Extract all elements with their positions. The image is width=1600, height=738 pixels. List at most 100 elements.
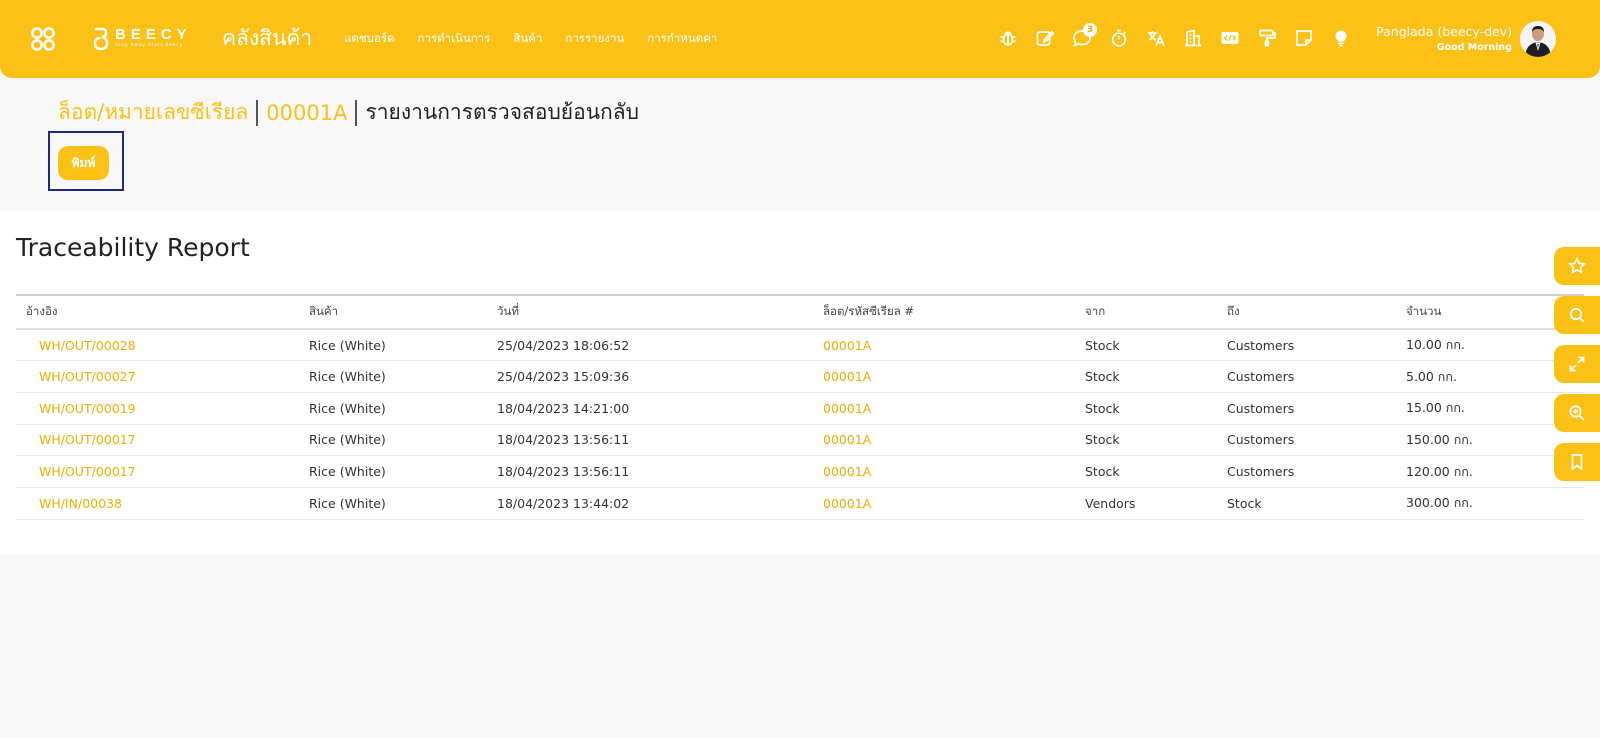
page-title: รายงานการตรวจสอบย้อนกลับ	[365, 100, 639, 124]
column-header-date[interactable]: วันที่	[497, 295, 823, 329]
brand-tagline: Step Away Start Beecy	[115, 43, 184, 48]
from-cell: Stock	[1085, 464, 1120, 480]
beecy-logo-icon	[93, 27, 109, 51]
app-title[interactable]: คลังสินค้า	[222, 22, 312, 55]
bookmark-button[interactable]	[1554, 443, 1600, 481]
breadcrumb: ล็อต/หมายเลขซีเรียล 00001A รายงานการตรวจ…	[58, 96, 639, 129]
date-cell: 18/04/2023 13:44:02	[497, 495, 630, 511]
stopwatch-icon[interactable]	[1109, 28, 1131, 50]
apps-grid-icon[interactable]	[30, 26, 56, 52]
menu-configuration[interactable]: การกำหนดค่า	[647, 30, 717, 48]
reference-link[interactable]: WH/OUT/00028	[39, 338, 136, 353]
product-cell: Rice (White)	[309, 464, 386, 480]
breadcrumb-divider	[355, 99, 358, 126]
main-menu: แดชบอร์ด การดำเนินการ สินค้า การรายงาน ก…	[344, 30, 740, 48]
column-header-reference[interactable]: อ้างอิง	[16, 295, 309, 329]
breadcrumb-divider	[256, 99, 259, 126]
date-cell: 18/04/2023 14:21:00	[497, 400, 630, 416]
brand-name: BEECY	[115, 26, 192, 43]
zoom-in-icon	[1569, 405, 1585, 421]
lot-link[interactable]: 00001A	[823, 369, 871, 384]
menu-reporting[interactable]: การรายงาน	[565, 30, 624, 48]
reference-link[interactable]: WH/OUT/00017	[39, 464, 136, 479]
column-header-lot[interactable]: ล็อต/รหัสซีเรียล #	[823, 295, 1085, 329]
table-row[interactable]: WH/IN/00038 Rice (White) 18/04/2023 13:4…	[16, 487, 1584, 520]
lot-link[interactable]: 00001A	[823, 464, 871, 479]
from-cell: Stock	[1085, 432, 1120, 448]
avatar[interactable]	[1520, 21, 1556, 57]
building-icon[interactable]	[1183, 28, 1205, 50]
user-info[interactable]: Panglada (beecy-dev) Good Morning	[1376, 24, 1512, 53]
from-cell: Stock	[1085, 400, 1120, 416]
column-header-product[interactable]: สินค้า	[309, 295, 497, 329]
date-cell: 18/04/2023 13:56:11	[497, 464, 630, 480]
user-name: Panglada (beecy-dev)	[1376, 24, 1512, 39]
translate-icon[interactable]	[1146, 28, 1168, 50]
to-cell: Customers	[1227, 464, 1295, 480]
from-cell: Vendors	[1085, 495, 1136, 511]
traceability-table: อ้างอิง สินค้า วันที่ ล็อต/รหัสซีเรียล #…	[16, 294, 1584, 520]
brand-logo[interactable]: BEECY Step Away Start Beecy	[92, 27, 192, 51]
from-cell: Stock	[1085, 337, 1120, 353]
star-icon	[1568, 257, 1586, 275]
column-header-to[interactable]: ถึง	[1227, 295, 1406, 329]
table-header-row: อ้างอิง สินค้า วันที่ ล็อต/รหัสซีเรียล #…	[16, 295, 1584, 329]
right-tool-bar	[1554, 247, 1600, 492]
chat-badge: 3	[1083, 23, 1097, 37]
to-cell: Stock	[1227, 495, 1262, 511]
lightbulb-icon[interactable]	[1331, 28, 1353, 50]
to-cell: Customers	[1227, 337, 1295, 353]
table-row[interactable]: WH/OUT/00028 Rice (White) 25/04/2023 18:…	[16, 329, 1584, 361]
search-icon	[1569, 307, 1585, 323]
date-cell: 25/04/2023 18:06:52	[497, 337, 630, 353]
menu-dashboard[interactable]: แดชบอร์ด	[344, 30, 395, 48]
to-cell: Customers	[1227, 432, 1295, 448]
bug-icon[interactable]	[998, 28, 1020, 50]
product-cell: Rice (White)	[309, 337, 386, 353]
quantity-cell: 300.00 กก.	[1406, 495, 1473, 511]
reference-link[interactable]: WH/OUT/00027	[39, 369, 136, 384]
favorite-button[interactable]	[1554, 247, 1600, 285]
expand-icon	[1569, 356, 1585, 372]
reference-link[interactable]: WH/IN/00038	[39, 496, 122, 511]
reference-link[interactable]: WH/OUT/00019	[39, 401, 136, 416]
menu-operations[interactable]: การดำเนินการ	[418, 30, 491, 48]
to-cell: Customers	[1227, 400, 1295, 416]
chat-icon[interactable]: 3	[1072, 23, 1097, 50]
print-button[interactable]: พิมพ์	[58, 146, 109, 180]
fullscreen-button[interactable]	[1554, 345, 1600, 383]
code-icon[interactable]	[1220, 28, 1242, 50]
to-cell: Customers	[1227, 369, 1295, 385]
report-title: Traceability Report	[16, 233, 250, 262]
top-navbar: BEECY Step Away Start Beecy คลังสินค้า แ…	[0, 0, 1600, 78]
breadcrumb-lots-link[interactable]: ล็อต/หมายเลขซีเรียล	[58, 96, 248, 129]
zoom-button[interactable]	[1554, 394, 1600, 432]
product-cell: Rice (White)	[309, 369, 386, 385]
date-cell: 18/04/2023 13:56:11	[497, 432, 630, 448]
search-button[interactable]	[1554, 296, 1600, 334]
reference-link[interactable]: WH/OUT/00017	[39, 432, 136, 447]
column-header-from[interactable]: จาก	[1085, 295, 1227, 329]
bookmark-icon	[1571, 454, 1583, 471]
paint-roller-icon[interactable]	[1257, 28, 1279, 50]
lot-link[interactable]: 00001A	[823, 432, 871, 447]
breadcrumb-record-link[interactable]: 00001A	[266, 101, 347, 125]
date-cell: 25/04/2023 15:09:36	[497, 369, 630, 385]
table-row[interactable]: WH/OUT/00017 Rice (White) 18/04/2023 13:…	[16, 456, 1584, 488]
edit-icon[interactable]	[1035, 28, 1057, 50]
menu-products[interactable]: สินค้า	[513, 30, 542, 48]
lot-link[interactable]: 00001A	[823, 401, 871, 416]
table-row[interactable]: WH/OUT/00017 Rice (White) 18/04/2023 13:…	[16, 424, 1584, 456]
note-icon[interactable]	[1294, 28, 1316, 50]
user-greeting: Good Morning	[1436, 42, 1512, 53]
product-cell: Rice (White)	[309, 495, 386, 511]
lot-link[interactable]: 00001A	[823, 496, 871, 511]
table-row[interactable]: WH/OUT/00019 Rice (White) 18/04/2023 14:…	[16, 392, 1584, 425]
report-panel: Traceability Report อ้างอิง สินค้า วันที…	[0, 211, 1600, 554]
table-row[interactable]: WH/OUT/00027 Rice (White) 25/04/2023 15:…	[16, 361, 1584, 393]
navbar-icon-group: 3	[998, 23, 1368, 50]
from-cell: Stock	[1085, 369, 1120, 385]
product-cell: Rice (White)	[309, 432, 386, 448]
product-cell: Rice (White)	[309, 400, 386, 416]
lot-link[interactable]: 00001A	[823, 338, 871, 353]
